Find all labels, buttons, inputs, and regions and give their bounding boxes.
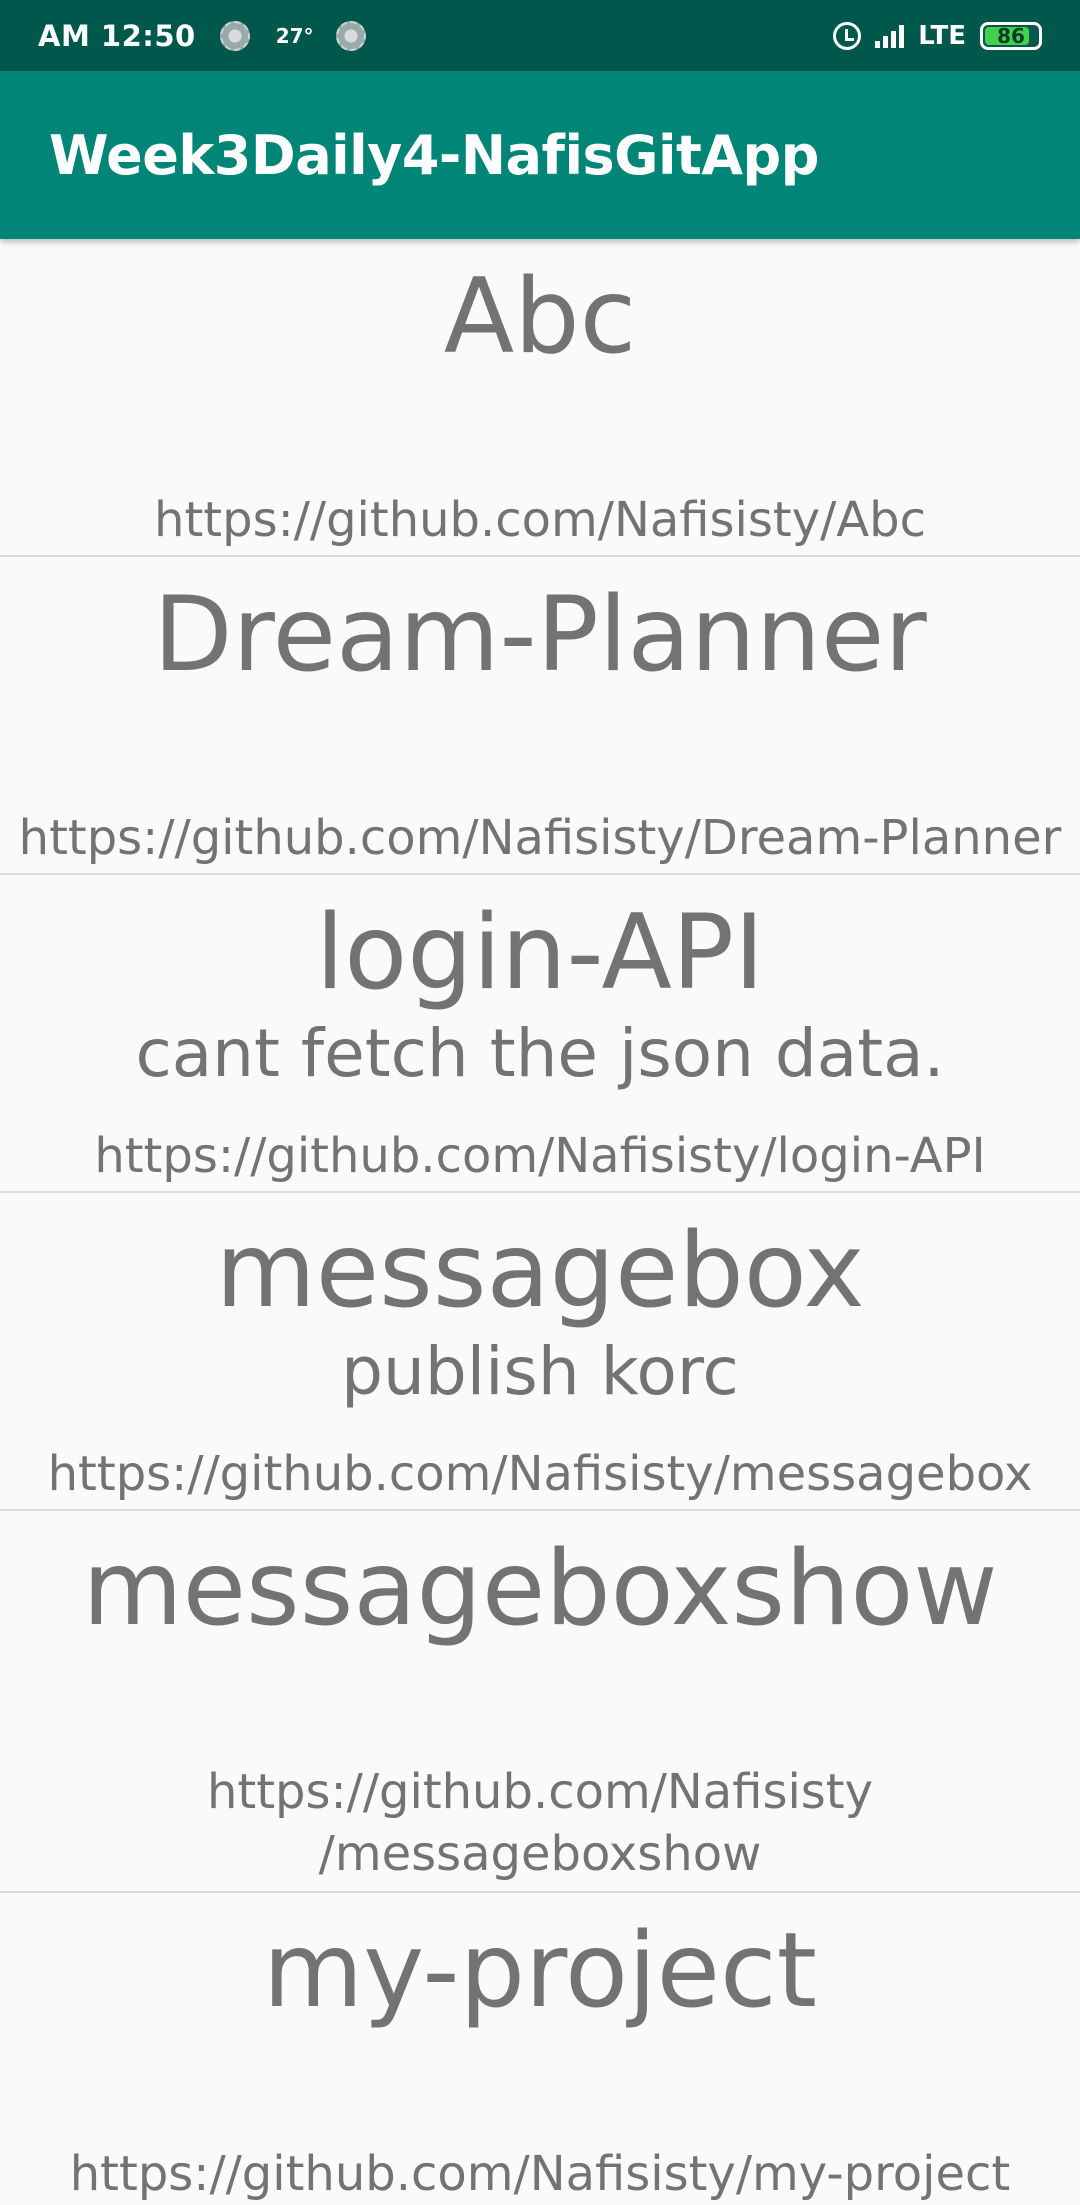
repo-url: https://github.com/Nafisisty /messagebox… — [206, 1764, 874, 1882]
temperature: 27° — [275, 23, 314, 48]
status-time: AM 12:50 — [38, 18, 196, 53]
repo-description: cant fetch the json data. — [135, 1015, 945, 1092]
status-icons: LTE 86 — [833, 21, 1042, 51]
list-item[interactable]: my-project https://github.com/Nafisisty/… — [0, 1893, 1080, 2202]
network-type: LTE — [918, 20, 966, 51]
repo-url: https://github.com/Nafisisty/my-project — [69, 2146, 1011, 2202]
app-title: Week3Daily4-NafisGitApp — [49, 123, 819, 187]
repo-name: Abc — [443, 257, 637, 377]
list-item[interactable]: Abc https://github.com/Nafisisty/Abc — [0, 239, 1080, 557]
weather-icon — [219, 20, 250, 51]
list-item[interactable]: messageboxshow https://github.com/Nafisi… — [0, 1511, 1080, 1893]
battery-level: 86 — [997, 23, 1025, 48]
repo-url: https://github.com/Nafisisty/messagebox — [47, 1446, 1033, 1502]
alarm-icon — [833, 21, 862, 50]
repo-url: https://github.com/Nafisisty/Dream-Plann… — [18, 810, 1062, 866]
repo-name: messageboxshow — [82, 1529, 998, 1649]
battery-icon: 86 — [980, 21, 1042, 50]
repo-name: messagebox — [215, 1211, 865, 1331]
repo-url: https://github.com/Nafisisty/login-API — [94, 1128, 986, 1184]
repo-name: login-API — [315, 893, 765, 1013]
status-bar: AM 12:50 27° LTE 86 — [0, 0, 1080, 71]
signal-icon — [875, 24, 905, 48]
repo-description: publish korc — [341, 1333, 739, 1410]
repo-url: https://github.com/Nafisisty/Abc — [154, 492, 926, 548]
repo-name: my-project — [262, 1911, 818, 2031]
weather-icon — [335, 20, 366, 51]
repo-list[interactable]: Abc https://github.com/Nafisisty/Abc Dre… — [0, 239, 1080, 2202]
list-item[interactable]: messagebox publish korc https://github.c… — [0, 1193, 1080, 1511]
list-item[interactable]: login-API cant fetch the json data. http… — [0, 875, 1080, 1193]
repo-name: Dream-Planner — [153, 575, 927, 695]
app-bar: Week3Daily4-NafisGitApp — [0, 71, 1080, 239]
list-item[interactable]: Dream-Planner https://github.com/Nafisis… — [0, 557, 1080, 875]
